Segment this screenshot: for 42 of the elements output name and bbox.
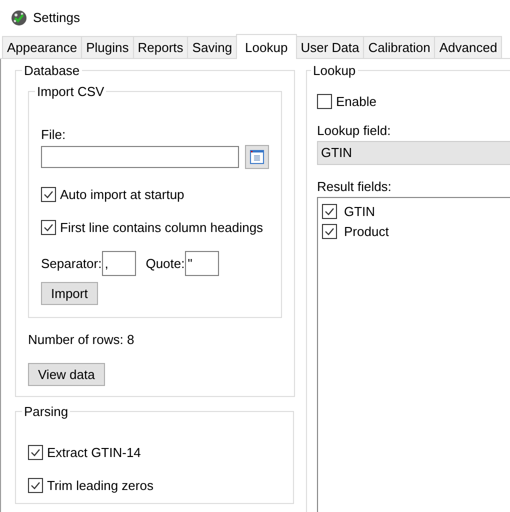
tab[interactable]: Lookup bbox=[236, 34, 297, 59]
checkbox[interactable] bbox=[28, 445, 43, 460]
lookup-field-dropdown[interactable]: GTIN bbox=[317, 141, 510, 165]
group-title: Parsing bbox=[23, 404, 70, 419]
tab[interactable]: Saving bbox=[187, 36, 238, 58]
checkbox[interactable] bbox=[28, 478, 43, 493]
file-field[interactable] bbox=[41, 146, 239, 168]
tab[interactable]: Appearance bbox=[2, 36, 82, 58]
file-label: File: bbox=[41, 127, 67, 142]
quote-field[interactable]: " bbox=[184, 251, 219, 276]
group-title: Import CSV bbox=[36, 84, 106, 99]
window-title: Settings bbox=[33, 10, 80, 25]
list-item-label: GTIN bbox=[344, 204, 376, 218]
checkbox-label: Extract GTIN-14 bbox=[47, 445, 141, 460]
view-data-button[interactable]: View data bbox=[28, 363, 105, 386]
result-fields-label: Result fields: bbox=[317, 179, 392, 194]
row-count: Number of rows: 8 bbox=[28, 332, 136, 347]
checkbox-label: First line contains column headings bbox=[60, 220, 264, 235]
lookup-field-label: Lookup field: bbox=[317, 123, 392, 138]
group-title: Database bbox=[23, 63, 81, 78]
app-icon bbox=[11, 10, 27, 26]
quote-label: Quote: bbox=[146, 256, 185, 271]
checkbox-label: Enable bbox=[336, 94, 376, 109]
document-icon bbox=[249, 149, 265, 165]
group-title: Lookup bbox=[312, 63, 357, 78]
separator-label: Separator: bbox=[41, 256, 102, 271]
tab[interactable]: Advanced bbox=[434, 36, 502, 58]
checkbox[interactable] bbox=[317, 94, 332, 109]
import-button[interactable]: Import bbox=[41, 282, 98, 305]
list-item-label: Product bbox=[344, 224, 389, 238]
separator-field[interactable]: , bbox=[102, 251, 136, 276]
tab[interactable]: Reports bbox=[132, 36, 188, 58]
checkbox[interactable] bbox=[41, 187, 56, 202]
tab[interactable]: User Data bbox=[296, 36, 364, 58]
checkbox[interactable] bbox=[322, 204, 337, 218]
checkbox-label: Auto import at startup bbox=[60, 187, 184, 202]
checkbox[interactable] bbox=[41, 220, 56, 235]
checkbox-label: Trim leading zeros bbox=[47, 478, 154, 493]
tab[interactable]: Calibration bbox=[363, 36, 436, 58]
checkbox[interactable] bbox=[322, 224, 337, 238]
tab[interactable]: Plugins bbox=[81, 36, 134, 58]
browse-button[interactable] bbox=[245, 145, 269, 169]
